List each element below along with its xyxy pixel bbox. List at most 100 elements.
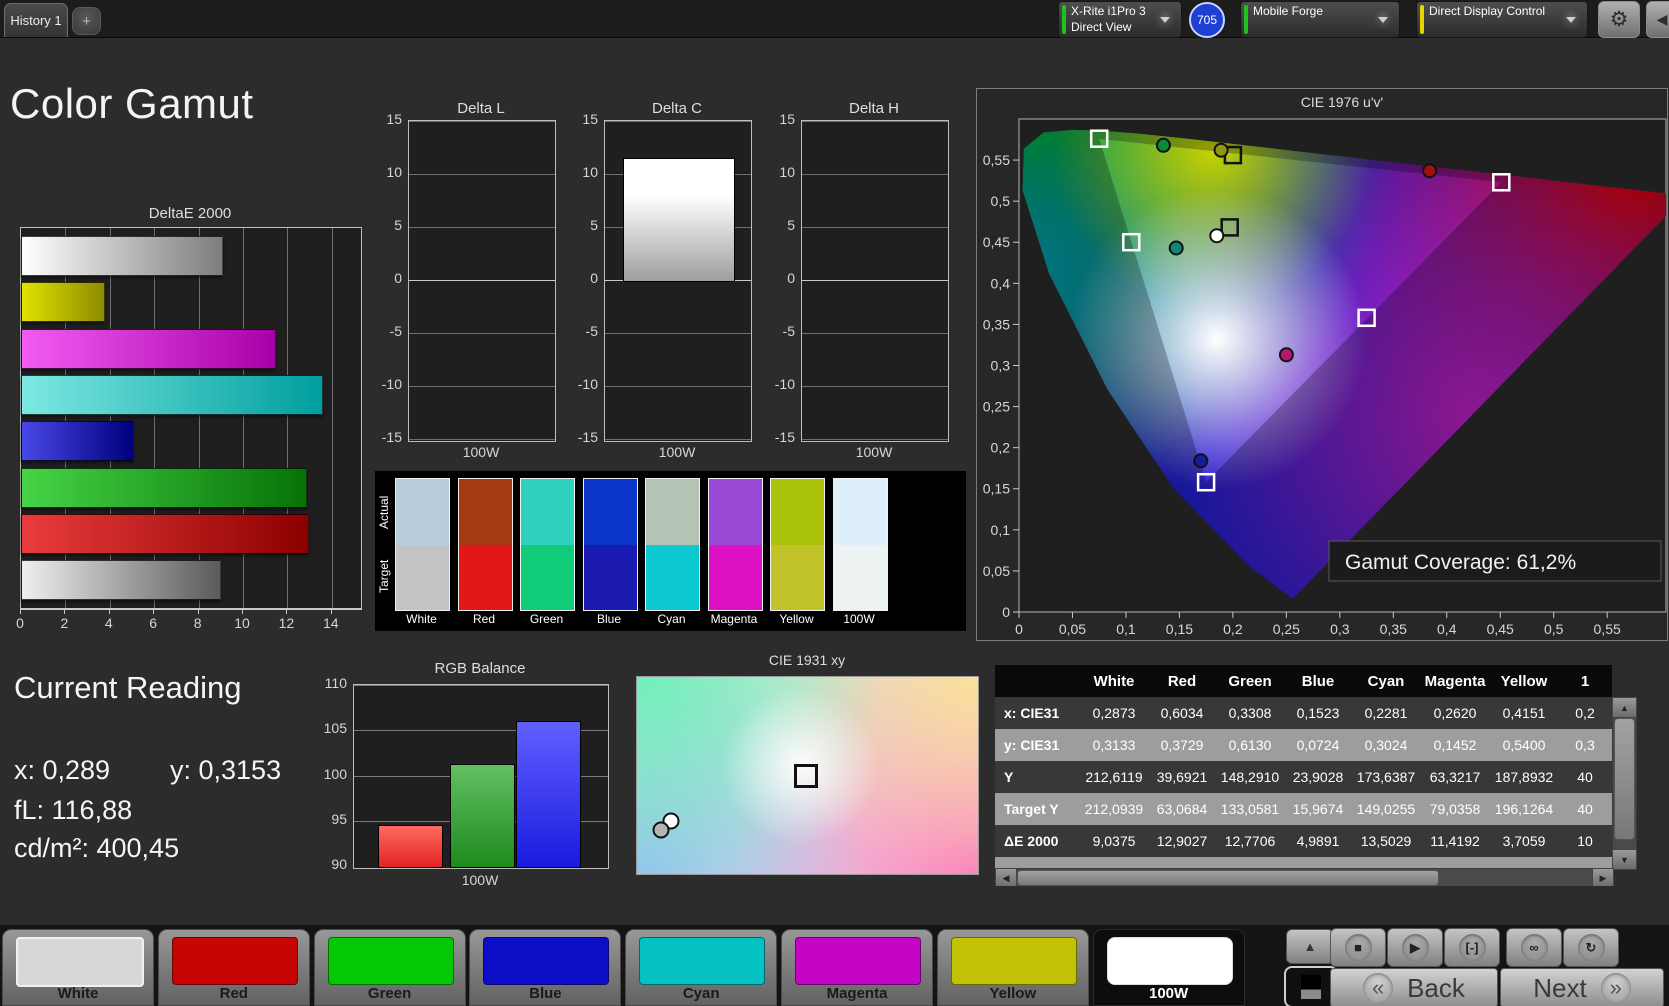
table-vscrollbar-thumb[interactable] — [1614, 718, 1635, 840]
swatch-column-100w — [833, 478, 888, 611]
table-cell: 212,0939 — [1080, 793, 1148, 825]
table-row-label: y: CIE31 — [995, 729, 1080, 761]
source-dropdown[interactable]: Mobile Forge — [1240, 1, 1400, 38]
table-hscrollbar-thumb[interactable] — [1017, 870, 1439, 886]
chevron-down-icon — [1561, 11, 1581, 29]
next-button-label: Next — [1533, 973, 1586, 1004]
stop-button[interactable]: ■ — [1330, 928, 1386, 967]
current-reading-x: x: 0,289 — [14, 755, 110, 786]
table-scroll-left-button[interactable]: ◀ — [995, 868, 1017, 886]
table-cell: 23,9028 — [1284, 761, 1352, 793]
pattern-tile-100w[interactable]: 100W — [1093, 929, 1245, 1006]
pattern-tile-label: Green — [315, 985, 465, 1002]
pattern-tile-cyan[interactable]: Cyan — [625, 929, 777, 1006]
refresh-button[interactable]: ↻ — [1563, 928, 1619, 967]
table-header-cell: Cyan — [1352, 665, 1420, 697]
table-cell: 149,0255 — [1352, 793, 1420, 825]
pattern-tile-red[interactable]: Red — [158, 929, 310, 1006]
pattern-tile-green[interactable]: Green — [314, 929, 466, 1006]
target-swatch — [771, 545, 824, 611]
play-button[interactable]: ▶ — [1387, 928, 1443, 967]
display-control-dropdown[interactable]: Direct Display Control — [1416, 1, 1588, 38]
measured-marker-yellow — [1215, 144, 1228, 157]
table-scroll-right-button[interactable]: ▶ — [1592, 868, 1614, 886]
swatch-column-magenta — [708, 478, 763, 611]
pattern-tile-white[interactable]: White — [2, 929, 154, 1006]
table-scroll-down-button[interactable]: ▼ — [1612, 849, 1637, 870]
table-cell: 0,5400 — [1490, 729, 1558, 761]
table-header-cell: Magenta — [1420, 665, 1490, 697]
deltae-bar-yellow — [21, 282, 105, 322]
cie1931-target-marker — [794, 764, 818, 788]
swatch-column-label: Red — [454, 612, 515, 626]
table-cell: 0,6130 — [1216, 729, 1284, 761]
table-cell: 12,7706 — [1216, 825, 1284, 857]
pattern-tile-blue[interactable]: Blue — [469, 929, 621, 1006]
table-header-cell: Red — [1148, 665, 1216, 697]
deltae-axis-line — [20, 608, 362, 610]
table-row: ΔE 20009,037512,902712,77064,989113,5029… — [995, 825, 1612, 857]
actual-swatch — [646, 479, 699, 545]
actual-swatch — [396, 479, 449, 545]
actual-swatch — [834, 479, 887, 545]
table-header-cell: Blue — [1284, 665, 1352, 697]
step-icon: [-] — [1459, 934, 1486, 961]
table-cell: 0,2620 — [1420, 697, 1490, 729]
pattern-tile-magenta[interactable]: Magenta — [781, 929, 933, 1006]
svg-text:0,45: 0,45 — [983, 234, 1010, 250]
pattern-swatch — [172, 937, 298, 985]
svg-text:0,25: 0,25 — [1273, 621, 1300, 637]
tab-history-1[interactable]: History 1 — [4, 3, 68, 37]
table-cell: 4,9891 — [1284, 825, 1352, 857]
meter-count-badge: 705 — [1189, 2, 1225, 38]
pattern-bar: White Red GreenBlue Cyan MagentaYellow100W ▲… — [0, 925, 1669, 1006]
table-cell: 40 — [1558, 793, 1612, 825]
back-button[interactable]: « Back — [1330, 968, 1498, 1006]
pattern-swatch — [328, 937, 454, 985]
step-button[interactable]: [-] — [1444, 928, 1500, 967]
deltae2000-chart — [20, 227, 362, 609]
pattern-up-button[interactable]: ▲ — [1286, 929, 1334, 964]
table-header-cell: Green — [1216, 665, 1284, 697]
actual-swatch — [709, 479, 762, 545]
table-row: x: CIE310,28730,60340,33080,15230,22810,… — [995, 697, 1612, 729]
swatch-column-label: Blue — [579, 612, 640, 626]
table-cell: 0,4151 — [1490, 697, 1558, 729]
rgb-bar-green — [450, 764, 515, 868]
svg-text:0: 0 — [1002, 604, 1010, 620]
chevron-down-icon — [1155, 11, 1175, 29]
swatch-column-label: Magenta — [704, 612, 765, 626]
svg-text:0,15: 0,15 — [1166, 621, 1193, 637]
swatch-column-red — [458, 478, 513, 611]
collapse-panel-icon[interactable]: ◀ — [1646, 1, 1669, 38]
table-scroll-up-button[interactable]: ▲ — [1612, 697, 1637, 718]
table-cell: 187,8932 — [1490, 761, 1558, 793]
svg-text:0,2: 0,2 — [1223, 621, 1243, 637]
gear-icon[interactable]: ⚙ — [1598, 1, 1640, 38]
page-title: Color Gamut — [10, 80, 254, 128]
swatch-column-label: White — [391, 612, 452, 626]
delta_c-chart-title: Delta C — [652, 100, 702, 117]
swatch-column-label: Green — [516, 612, 577, 626]
deltae-bar-cyan — [21, 375, 323, 415]
actual-target-swatch-panel: Actual Target WhiteRedGreenBlueCyanMagen… — [375, 471, 966, 631]
meter-dropdown[interactable]: X-Rite i1Pro 3 Direct View — [1058, 1, 1182, 38]
target-swatch — [646, 545, 699, 611]
source-name: Mobile Forge — [1253, 4, 1323, 18]
pattern-tile-label: Cyan — [626, 985, 776, 1002]
rgb-x-label: 100W — [462, 872, 499, 888]
pattern-tile-yellow[interactable]: Yellow — [937, 929, 1089, 1006]
add-tab-button[interactable]: + — [72, 7, 101, 35]
table-row-label: ΔE 2000 — [995, 825, 1080, 857]
next-button[interactable]: Next » — [1500, 968, 1664, 1006]
table-cell: 0,3308 — [1216, 697, 1284, 729]
pattern-swatch — [795, 937, 921, 985]
table-row-label: x: CIE31 — [995, 697, 1080, 729]
delta_c-bar — [623, 158, 735, 282]
svg-text:0,3: 0,3 — [1330, 621, 1350, 637]
pattern-window-icon — [1301, 975, 1321, 999]
continuous-button[interactable]: ∞ — [1506, 928, 1562, 967]
table-header-cell — [995, 665, 1080, 697]
pattern-tile-label: Red — [159, 985, 309, 1002]
target-swatch — [396, 545, 449, 611]
